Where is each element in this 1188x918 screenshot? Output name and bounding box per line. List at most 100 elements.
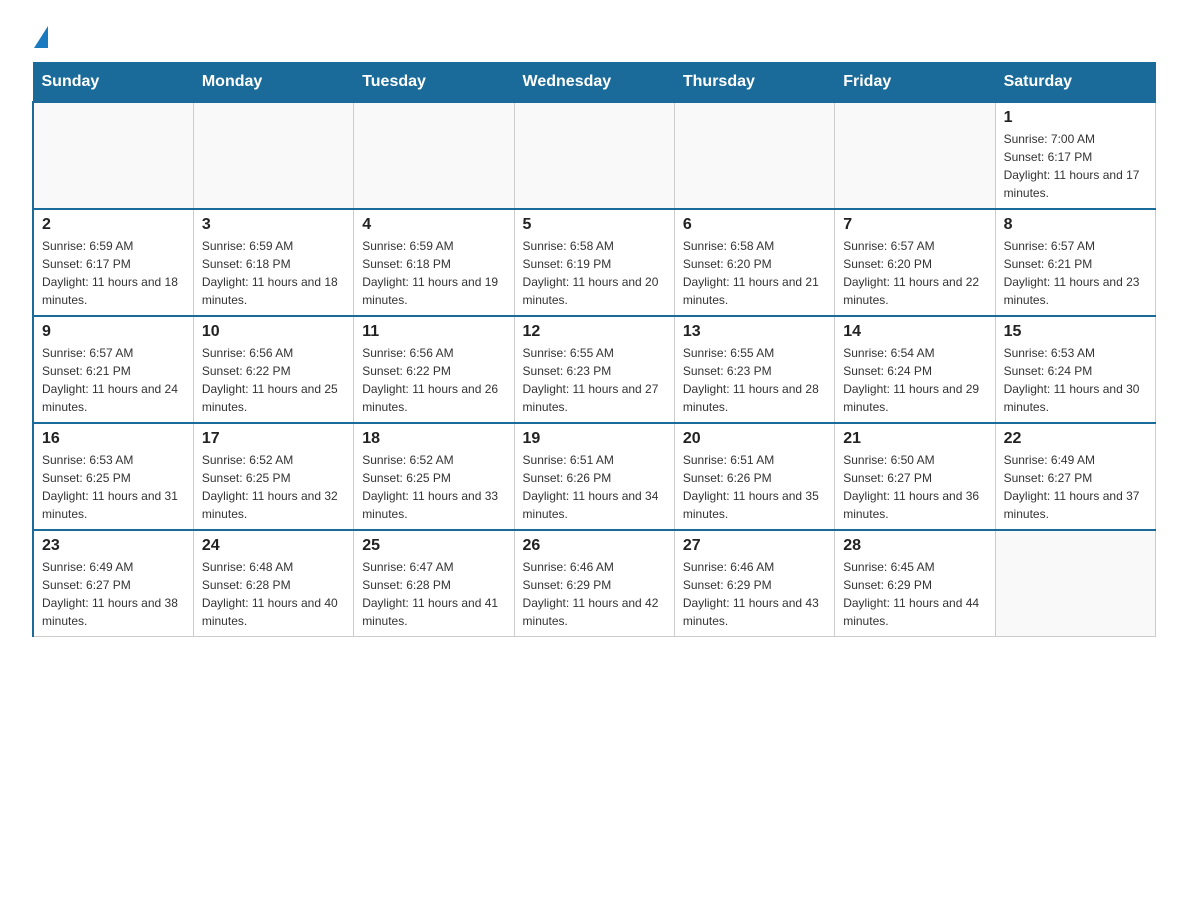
calendar-cell: 4 Sunrise: 6:59 AM Sunset: 6:18 PM Daylig… bbox=[354, 209, 514, 316]
day-number: 9 bbox=[42, 323, 185, 341]
day-number: 27 bbox=[683, 537, 826, 555]
day-number: 1 bbox=[1004, 109, 1147, 127]
day-info: Sunrise: 6:47 AM Sunset: 6:28 PM Dayligh… bbox=[362, 558, 505, 630]
day-info: Sunrise: 6:52 AM Sunset: 6:25 PM Dayligh… bbox=[362, 451, 505, 523]
day-number: 15 bbox=[1004, 323, 1147, 341]
calendar-week-row: 16 Sunrise: 6:53 AM Sunset: 6:25 PM Dayli… bbox=[33, 423, 1156, 530]
calendar-cell: 2 Sunrise: 6:59 AM Sunset: 6:17 PM Daylig… bbox=[33, 209, 193, 316]
day-info: Sunrise: 6:57 AM Sunset: 6:21 PM Dayligh… bbox=[1004, 237, 1147, 309]
calendar-cell: 8 Sunrise: 6:57 AM Sunset: 6:21 PM Daylig… bbox=[995, 209, 1155, 316]
day-info: Sunrise: 6:53 AM Sunset: 6:25 PM Dayligh… bbox=[42, 451, 185, 523]
calendar-cell: 13 Sunrise: 6:55 AM Sunset: 6:23 PM Dayli… bbox=[674, 316, 834, 423]
calendar-cell: 9 Sunrise: 6:57 AM Sunset: 6:21 PM Daylig… bbox=[33, 316, 193, 423]
day-info: Sunrise: 6:50 AM Sunset: 6:27 PM Dayligh… bbox=[843, 451, 986, 523]
day-info: Sunrise: 6:55 AM Sunset: 6:23 PM Dayligh… bbox=[523, 344, 666, 416]
calendar-cell: 7 Sunrise: 6:57 AM Sunset: 6:20 PM Daylig… bbox=[835, 209, 995, 316]
day-number: 3 bbox=[202, 216, 345, 234]
day-number: 21 bbox=[843, 430, 986, 448]
day-number: 4 bbox=[362, 216, 505, 234]
weekday-header-tuesday: Tuesday bbox=[354, 63, 514, 103]
weekday-header-sunday: Sunday bbox=[33, 63, 193, 103]
calendar-cell: 26 Sunrise: 6:46 AM Sunset: 6:29 PM Dayli… bbox=[514, 530, 674, 637]
calendar-cell: 17 Sunrise: 6:52 AM Sunset: 6:25 PM Dayli… bbox=[193, 423, 353, 530]
calendar-cell: 21 Sunrise: 6:50 AM Sunset: 6:27 PM Dayli… bbox=[835, 423, 995, 530]
day-info: Sunrise: 7:00 AM Sunset: 6:17 PM Dayligh… bbox=[1004, 130, 1147, 202]
calendar-cell: 5 Sunrise: 6:58 AM Sunset: 6:19 PM Daylig… bbox=[514, 209, 674, 316]
calendar-cell bbox=[193, 102, 353, 209]
day-info: Sunrise: 6:59 AM Sunset: 6:17 PM Dayligh… bbox=[42, 237, 185, 309]
calendar-week-row: 2 Sunrise: 6:59 AM Sunset: 6:17 PM Daylig… bbox=[33, 209, 1156, 316]
calendar-cell bbox=[33, 102, 193, 209]
day-info: Sunrise: 6:57 AM Sunset: 6:20 PM Dayligh… bbox=[843, 237, 986, 309]
day-number: 24 bbox=[202, 537, 345, 555]
calendar-cell: 24 Sunrise: 6:48 AM Sunset: 6:28 PM Dayli… bbox=[193, 530, 353, 637]
day-info: Sunrise: 6:53 AM Sunset: 6:24 PM Dayligh… bbox=[1004, 344, 1147, 416]
day-info: Sunrise: 6:56 AM Sunset: 6:22 PM Dayligh… bbox=[362, 344, 505, 416]
calendar-cell: 3 Sunrise: 6:59 AM Sunset: 6:18 PM Daylig… bbox=[193, 209, 353, 316]
day-info: Sunrise: 6:58 AM Sunset: 6:19 PM Dayligh… bbox=[523, 237, 666, 309]
day-info: Sunrise: 6:48 AM Sunset: 6:28 PM Dayligh… bbox=[202, 558, 345, 630]
day-number: 5 bbox=[523, 216, 666, 234]
day-number: 6 bbox=[683, 216, 826, 234]
day-number: 13 bbox=[683, 323, 826, 341]
calendar-cell bbox=[674, 102, 834, 209]
day-number: 26 bbox=[523, 537, 666, 555]
day-info: Sunrise: 6:46 AM Sunset: 6:29 PM Dayligh… bbox=[523, 558, 666, 630]
calendar-cell bbox=[995, 530, 1155, 637]
day-number: 2 bbox=[42, 216, 185, 234]
weekday-header-wednesday: Wednesday bbox=[514, 63, 674, 103]
day-number: 7 bbox=[843, 216, 986, 234]
calendar-cell: 23Sunrise: 6:49 AM Sunset: 6:27 PM Dayli… bbox=[33, 530, 193, 637]
day-number: 10 bbox=[202, 323, 345, 341]
calendar-cell bbox=[835, 102, 995, 209]
day-info: Sunrise: 6:55 AM Sunset: 6:23 PM Dayligh… bbox=[683, 344, 826, 416]
calendar-cell: 28Sunrise: 6:45 AM Sunset: 6:29 PM Dayli… bbox=[835, 530, 995, 637]
day-info: Sunrise: 6:56 AM Sunset: 6:22 PM Dayligh… bbox=[202, 344, 345, 416]
day-info: Sunrise: 6:46 AM Sunset: 6:29 PM Dayligh… bbox=[683, 558, 826, 630]
day-info: Sunrise: 6:52 AM Sunset: 6:25 PM Dayligh… bbox=[202, 451, 345, 523]
calendar-week-row: 9 Sunrise: 6:57 AM Sunset: 6:21 PM Daylig… bbox=[33, 316, 1156, 423]
day-info: Sunrise: 6:58 AM Sunset: 6:20 PM Dayligh… bbox=[683, 237, 826, 309]
day-number: 11 bbox=[362, 323, 505, 341]
weekday-header-monday: Monday bbox=[193, 63, 353, 103]
calendar-cell: 27 Sunrise: 6:46 AM Sunset: 6:29 PM Dayli… bbox=[674, 530, 834, 637]
day-info: Sunrise: 6:59 AM Sunset: 6:18 PM Dayligh… bbox=[202, 237, 345, 309]
day-number: 19 bbox=[523, 430, 666, 448]
day-number: 14 bbox=[843, 323, 986, 341]
calendar-week-row: 23Sunrise: 6:49 AM Sunset: 6:27 PM Dayli… bbox=[33, 530, 1156, 637]
calendar-cell: 18 Sunrise: 6:52 AM Sunset: 6:25 PM Dayli… bbox=[354, 423, 514, 530]
day-info: Sunrise: 6:57 AM Sunset: 6:21 PM Dayligh… bbox=[42, 344, 185, 416]
calendar-cell: 12 Sunrise: 6:55 AM Sunset: 6:23 PM Dayli… bbox=[514, 316, 674, 423]
calendar-cell: 25 Sunrise: 6:47 AM Sunset: 6:28 PM Dayli… bbox=[354, 530, 514, 637]
day-info: Sunrise: 6:49 AM Sunset: 6:27 PM Dayligh… bbox=[1004, 451, 1147, 523]
calendar-cell: 20 Sunrise: 6:51 AM Sunset: 6:26 PM Dayli… bbox=[674, 423, 834, 530]
day-number: 18 bbox=[362, 430, 505, 448]
calendar-cell: 11 Sunrise: 6:56 AM Sunset: 6:22 PM Dayli… bbox=[354, 316, 514, 423]
weekday-header-friday: Friday bbox=[835, 63, 995, 103]
calendar-cell bbox=[514, 102, 674, 209]
day-number: 16 bbox=[42, 430, 185, 448]
day-info: Sunrise: 6:51 AM Sunset: 6:26 PM Dayligh… bbox=[683, 451, 826, 523]
day-number: 17 bbox=[202, 430, 345, 448]
calendar-cell: 6 Sunrise: 6:58 AM Sunset: 6:20 PM Daylig… bbox=[674, 209, 834, 316]
day-info: Sunrise: 6:49 AM Sunset: 6:27 PM Dayligh… bbox=[42, 558, 185, 630]
day-info: Sunrise: 6:59 AM Sunset: 6:18 PM Dayligh… bbox=[362, 237, 505, 309]
calendar-cell: 15 Sunrise: 6:53 AM Sunset: 6:24 PM Dayli… bbox=[995, 316, 1155, 423]
calendar-cell: 10 Sunrise: 6:56 AM Sunset: 6:22 PM Dayli… bbox=[193, 316, 353, 423]
day-number: 12 bbox=[523, 323, 666, 341]
page-header bbox=[32, 24, 1156, 46]
day-info: Sunrise: 6:45 AM Sunset: 6:29 PM Dayligh… bbox=[843, 558, 986, 630]
calendar-week-row: 1 Sunrise: 7:00 AM Sunset: 6:17 PM Daylig… bbox=[33, 102, 1156, 209]
calendar-table: SundayMondayTuesdayWednesdayThursdayFrid… bbox=[32, 62, 1156, 637]
calendar-cell: 14Sunrise: 6:54 AM Sunset: 6:24 PM Dayli… bbox=[835, 316, 995, 423]
calendar-header-row: SundayMondayTuesdayWednesdayThursdayFrid… bbox=[33, 63, 1156, 103]
weekday-header-thursday: Thursday bbox=[674, 63, 834, 103]
day-number: 8 bbox=[1004, 216, 1147, 234]
calendar-cell bbox=[354, 102, 514, 209]
day-number: 25 bbox=[362, 537, 505, 555]
day-number: 20 bbox=[683, 430, 826, 448]
calendar-cell: 16 Sunrise: 6:53 AM Sunset: 6:25 PM Dayli… bbox=[33, 423, 193, 530]
day-info: Sunrise: 6:51 AM Sunset: 6:26 PM Dayligh… bbox=[523, 451, 666, 523]
calendar-cell: 1 Sunrise: 7:00 AM Sunset: 6:17 PM Daylig… bbox=[995, 102, 1155, 209]
weekday-header-saturday: Saturday bbox=[995, 63, 1155, 103]
